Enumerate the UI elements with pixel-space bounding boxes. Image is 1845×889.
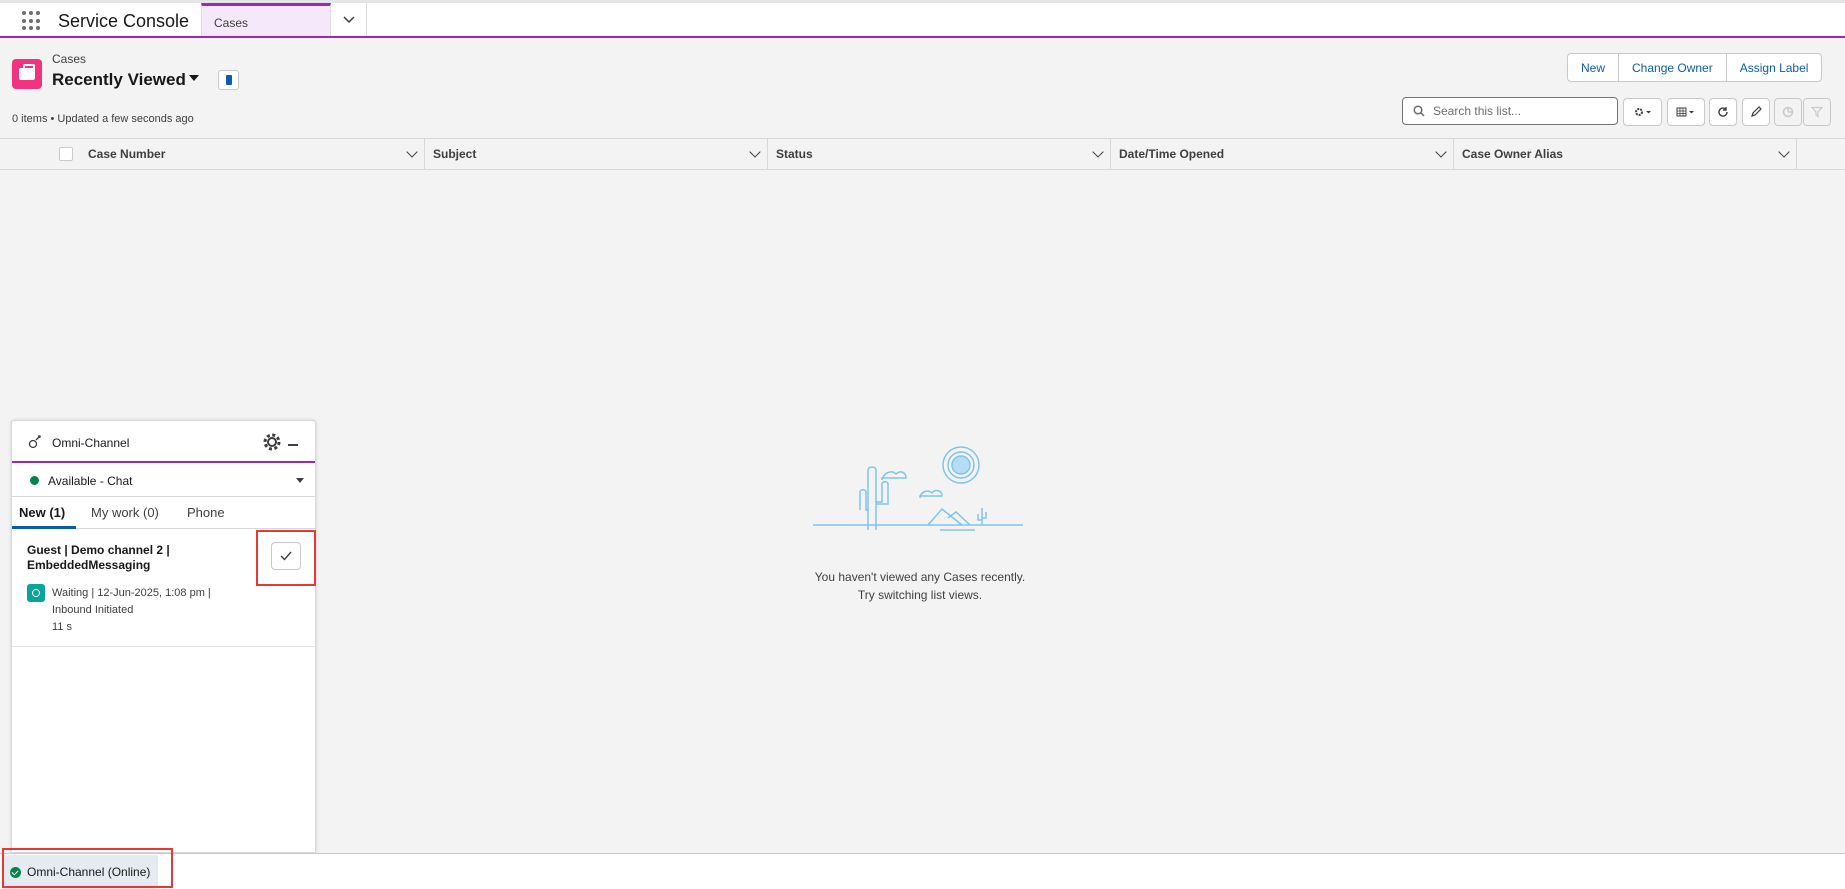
column-header-status[interactable]: Status: [768, 139, 1111, 169]
presence-status-label: Available - Chat: [48, 474, 133, 488]
column-label: Status: [776, 147, 813, 161]
omni-tabs: New (1) My work (0) Phone: [12, 497, 315, 529]
highlight-box: [2, 848, 173, 888]
list-settings-button[interactable]: [1623, 98, 1662, 126]
work-item-meta: Waiting | 12-Jun-2025, 1:08 pm | Inbound…: [52, 585, 211, 636]
chevron-down-icon[interactable]: [1435, 146, 1447, 158]
pin-icon: [225, 75, 232, 85]
column-header-owner-alias[interactable]: Case Owner Alias: [1454, 139, 1797, 169]
work-item-status: Waiting | 12-Jun-2025, 1:08 pm |: [52, 587, 211, 599]
tab-new[interactable]: New (1): [19, 505, 65, 520]
chevron-down-icon[interactable]: [406, 146, 418, 158]
search-list-input[interactable]: [1433, 104, 1603, 118]
gear-icon[interactable]: [261, 431, 283, 453]
empty-state-illustration: [810, 440, 1030, 545]
list-view-switcher-icon[interactable]: [189, 75, 199, 81]
assign-label-button[interactable]: Assign Label: [1725, 53, 1823, 82]
chevron-down-icon[interactable]: [749, 146, 761, 158]
work-item-origin: Inbound Initiated: [52, 604, 134, 616]
app-name: Service Console: [58, 11, 190, 31]
change-owner-button[interactable]: Change Owner: [1618, 53, 1727, 82]
pin-list-view-button[interactable]: [218, 70, 239, 90]
active-tab-indicator: [12, 526, 76, 529]
empty-state-line-2: Try switching list views.: [857, 588, 983, 602]
column-label: Case Owner Alias: [1462, 147, 1563, 161]
tab-my-work[interactable]: My work (0): [91, 505, 159, 520]
highlight-box: [256, 530, 316, 586]
empty-state-message: You haven't viewed any Cases recently. T…: [780, 568, 1060, 604]
column-header-subject[interactable]: Subject: [425, 139, 768, 169]
work-item-title: Guest | Demo channel 2 | EmbeddedMessagi…: [27, 543, 170, 572]
refresh-icon: [1718, 107, 1728, 117]
display-as-table-button[interactable]: [1667, 98, 1705, 126]
refresh-button[interactable]: [1709, 98, 1737, 126]
inline-edit-button[interactable]: [1742, 98, 1770, 126]
desert-illustration-icon: [813, 446, 1023, 531]
omni-channel-title: Omni-Channel: [52, 436, 130, 450]
column-label: Subject: [433, 147, 477, 161]
messaging-channel-icon: [27, 584, 45, 602]
table-icon: [1676, 107, 1694, 117]
chart-icon: [1782, 106, 1794, 118]
case-object-icon: [12, 59, 42, 89]
column-label: Case Number: [88, 147, 166, 161]
presence-status-dropdown[interactable]: Available - Chat: [12, 463, 315, 497]
list-actions: New Change Owner Assign Label: [1567, 53, 1823, 82]
list-view-meta: 0 items • Updated a few seconds ago: [12, 113, 194, 125]
tab-cases[interactable]: Cases: [201, 3, 331, 36]
pencil-icon: [1751, 106, 1762, 117]
tab-overflow-button[interactable]: [331, 3, 367, 36]
chevron-down-icon[interactable]: [1778, 146, 1790, 158]
global-nav-bar: Service Console Cases: [0, 0, 1845, 38]
gear-icon: [1634, 108, 1651, 116]
presence-dot-icon: [30, 476, 39, 485]
new-button[interactable]: New: [1567, 53, 1620, 82]
app-launcher-icon[interactable]: [22, 11, 44, 31]
column-header-date-opened[interactable]: Date/Time Opened: [1111, 139, 1454, 169]
column-label: Date/Time Opened: [1119, 147, 1225, 161]
minimize-icon[interactable]: [288, 444, 298, 446]
filter-button[interactable]: [1803, 98, 1831, 126]
omni-channel-header: Omni-Channel: [12, 421, 315, 463]
empty-state-line-1: You haven't viewed any Cases recently.: [814, 570, 1026, 584]
briefcase-icon: [19, 64, 35, 80]
object-label: Cases: [52, 52, 87, 66]
search-list-field: [1402, 97, 1618, 125]
work-item-elapsed: 11 s: [52, 621, 72, 633]
omni-channel-icon: [28, 435, 41, 449]
filter-icon: [1811, 106, 1823, 118]
charts-button[interactable]: [1774, 98, 1802, 126]
column-header-case-number[interactable]: Case Number: [80, 139, 425, 169]
select-all-checkbox[interactable]: [59, 147, 73, 161]
table-header: Case Number Subject Status Date/Time Ope…: [0, 138, 1845, 170]
list-view-title: Recently Viewed: [52, 70, 186, 89]
chevron-down-icon[interactable]: [1092, 146, 1104, 158]
omni-channel-panel: Omni-Channel Available - Chat New (1) My…: [11, 420, 316, 853]
utility-bar: Omni-Channel (Online): [0, 853, 1845, 889]
chevron-down-icon: [342, 15, 355, 23]
chevron-down-icon: [296, 478, 304, 483]
search-icon: [1413, 105, 1425, 117]
tab-phone[interactable]: Phone: [187, 505, 225, 520]
